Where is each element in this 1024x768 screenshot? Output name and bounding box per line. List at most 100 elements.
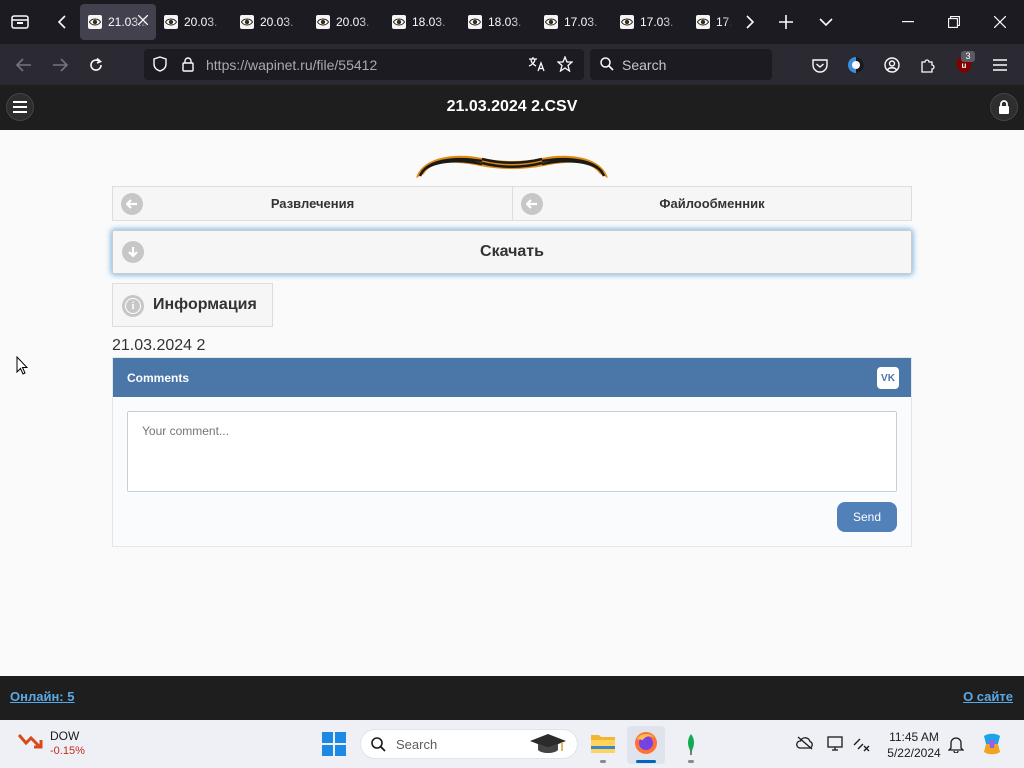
- eye-favicon-icon: [88, 15, 102, 29]
- back-to-category-label: Развлечения: [270, 196, 355, 211]
- eye-favicon-icon: [316, 15, 330, 29]
- send-comment-button[interactable]: Send: [837, 502, 897, 532]
- tab-title: 20.03.: [336, 15, 370, 29]
- site-login-lock-icon[interactable]: [990, 93, 1018, 121]
- firefox-view-icon[interactable]: [8, 10, 32, 34]
- comments-header: Comments VK: [113, 358, 911, 397]
- graduation-cap-icon: [528, 731, 568, 757]
- stock-name[interactable]: DOW: [50, 729, 79, 743]
- file-explorer-icon[interactable]: [590, 732, 616, 754]
- tracking-protection-shield-icon[interactable]: [150, 53, 170, 75]
- tab-title: 20.03.: [260, 15, 294, 29]
- eye-favicon-icon: [164, 15, 178, 29]
- download-label: Скачать: [480, 243, 544, 260]
- information-label: Информация: [153, 296, 257, 313]
- translate-icon[interactable]: [526, 53, 548, 75]
- close-tab-icon[interactable]: [138, 15, 148, 25]
- vk-comments-widget: Comments VK Send: [112, 357, 912, 547]
- list-all-tabs-icon[interactable]: [814, 10, 838, 34]
- browser-tab[interactable]: 20.03.: [232, 4, 308, 40]
- vk-logo-icon[interactable]: VK: [877, 367, 899, 389]
- back-to-section-label: Файлообменник: [659, 196, 765, 211]
- browser-tab[interactable]: 18.03.: [460, 4, 536, 40]
- tab-title: 17.03.: [564, 15, 598, 29]
- display-icon[interactable]: [827, 736, 845, 752]
- about-site-link[interactable]: О сайте: [963, 689, 1013, 704]
- new-tab-icon[interactable]: [774, 10, 798, 34]
- back-to-category-button[interactable]: Развлечения: [112, 186, 513, 221]
- forward-icon[interactable]: [48, 53, 72, 77]
- site-footer: [0, 676, 1024, 720]
- extension-badge: 3: [961, 51, 975, 62]
- eye-favicon-icon: [696, 15, 710, 29]
- system-clock[interactable]: 11:45 AM 5/22/2024: [880, 729, 948, 761]
- browser-tab[interactable]: 18.03.: [384, 4, 460, 40]
- eye-favicon-icon: [392, 15, 406, 29]
- comment-input[interactable]: [127, 411, 897, 492]
- close-window-icon[interactable]: [988, 10, 1012, 34]
- page-title: 21.03.2024 2.CSV: [446, 98, 578, 115]
- taskbar-search-placeholder[interactable]: Search: [396, 737, 437, 752]
- url-text[interactable]: https://wapinet.ru/file/55412: [206, 57, 377, 73]
- tabs-scroll-left-icon[interactable]: [50, 10, 74, 34]
- eye-favicon-icon: [468, 15, 482, 29]
- extensions-puzzle-icon[interactable]: [916, 53, 940, 77]
- tab-title: 18.03.: [488, 15, 522, 29]
- file-explorer-running-indicator: [600, 760, 606, 763]
- comments-header-label: Comments: [127, 371, 190, 385]
- st-george-ribbon-logo[interactable]: [412, 148, 612, 184]
- web-search-box[interactable]: [590, 49, 772, 80]
- minimize-window-icon[interactable]: [896, 10, 920, 34]
- bookmark-star-icon[interactable]: [554, 53, 576, 75]
- info-icon: i: [122, 295, 144, 317]
- reload-icon[interactable]: [84, 53, 108, 77]
- url-host: https://wapinet.ru: [206, 57, 313, 73]
- browser-tab[interactable]: 17.0: [688, 4, 732, 40]
- information-button[interactable]: i Информация: [112, 283, 273, 327]
- restore-window-icon[interactable]: [942, 10, 966, 34]
- arrow-down-icon: [122, 241, 144, 263]
- file-description: 21.03.2024 2: [112, 337, 206, 354]
- search-icon: [597, 54, 617, 74]
- mongodb-running-indicator: [688, 760, 694, 763]
- dark-mode-extension-icon[interactable]: [844, 53, 868, 77]
- firefox-icon: [634, 731, 658, 755]
- browser-tab[interactable]: 20.03.: [156, 4, 232, 40]
- arrow-left-icon: [121, 193, 143, 215]
- mongodb-compass-icon[interactable]: [680, 732, 702, 756]
- tab-title: 18.03.: [412, 15, 446, 29]
- tabs-scroll-right-icon[interactable]: [738, 10, 762, 34]
- firefox-active-indicator: [636, 760, 656, 763]
- network-disconnected-icon[interactable]: [853, 736, 871, 752]
- tab-title: 17.03.: [640, 15, 674, 29]
- online-users-link[interactable]: Онлайн: 5: [10, 689, 74, 704]
- taskbar-search-icon: [371, 737, 386, 752]
- browser-tab[interactable]: 20.03.: [308, 4, 384, 40]
- notifications-bell-icon[interactable]: [948, 735, 964, 753]
- pocket-icon[interactable]: [808, 53, 832, 77]
- onedrive-offline-icon[interactable]: [796, 736, 814, 750]
- windows-start-icon[interactable]: [322, 732, 346, 756]
- arrow-left-icon: [521, 193, 543, 215]
- browser-tab[interactable]: 17.03.: [612, 4, 688, 40]
- browser-tab[interactable]: 21.03.2024 2.CSV: [80, 4, 156, 40]
- lock-icon[interactable]: [178, 53, 198, 75]
- eye-favicon-icon: [620, 15, 634, 29]
- download-button[interactable]: Скачать: [112, 230, 912, 274]
- account-icon[interactable]: [880, 53, 904, 77]
- web-search-placeholder[interactable]: Search: [622, 57, 666, 73]
- svg-text:u: u: [962, 61, 967, 70]
- tab-title: 17.0: [716, 15, 732, 29]
- stock-change: -0.15%: [50, 745, 85, 757]
- back-icon[interactable]: [12, 53, 36, 77]
- url-path: /file/55412: [312, 57, 378, 73]
- copilot-icon[interactable]: [980, 732, 1004, 756]
- tab-title: 20.03.: [184, 15, 218, 29]
- back-to-section-button[interactable]: Файлообменник: [512, 186, 912, 221]
- eye-favicon-icon: [544, 15, 558, 29]
- browser-tab[interactable]: 17.03.: [536, 4, 612, 40]
- stock-widget-icon[interactable]: [18, 731, 44, 751]
- eye-favicon-icon: [240, 15, 254, 29]
- mouse-cursor-icon: [16, 356, 28, 375]
- app-menu-icon[interactable]: [988, 53, 1012, 77]
